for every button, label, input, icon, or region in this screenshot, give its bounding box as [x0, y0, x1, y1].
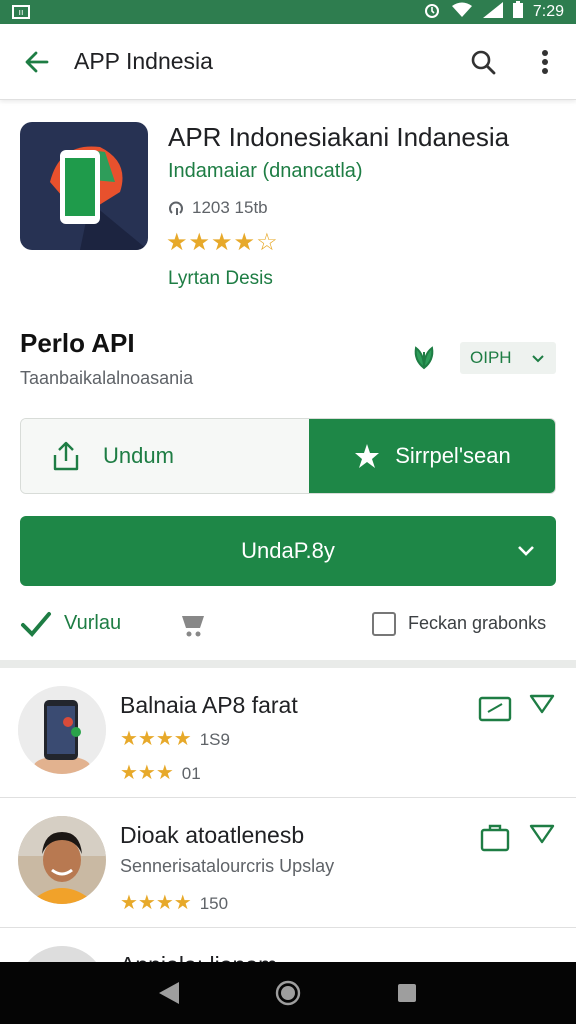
- app-downloads: 1203 15tb: [168, 198, 268, 218]
- list-item-rating-secondary: ★★★ 01: [120, 760, 201, 785]
- download-arrow-icon[interactable]: [528, 820, 556, 848]
- list-item-title: Balnaia AP8 farat: [120, 692, 298, 718]
- nav-back-button[interactable]: [153, 977, 185, 1009]
- list-item-title: Dioak atoatlenesb: [120, 822, 305, 848]
- app-name: APR Indonesiakani Indanesia: [168, 122, 510, 152]
- cart-icon[interactable]: [180, 612, 208, 638]
- feature-label-vurlau[interactable]: Vurlau: [64, 612, 121, 635]
- rating-count: 1S9: [199, 730, 230, 749]
- back-button[interactable]: [0, 24, 74, 100]
- downloads-text: 1203 15tb: [192, 198, 268, 217]
- simpelsean-label: Sirrpel'sean: [395, 443, 511, 468]
- list-item[interactable]: Dioak atoatlenesb Sennerisatalourcris Up…: [0, 798, 576, 928]
- undum-label: Undum: [103, 443, 174, 468]
- page-title: APP Indnesia: [74, 48, 213, 74]
- feature-row: Vurlau Feckan grabonks: [0, 600, 576, 648]
- app-icon: [20, 122, 148, 250]
- feature-label-feckan[interactable]: Feckan grabonks: [408, 613, 546, 634]
- section-subtitle: Taanbaikalalnoasania: [20, 368, 194, 388]
- leaf-icon: [408, 340, 440, 372]
- nav-recents-button[interactable]: [391, 977, 423, 1009]
- more-options-button[interactable]: [514, 24, 576, 100]
- app-link[interactable]: Lyrtan Desis: [168, 268, 273, 290]
- section-title: Perlo API: [20, 328, 135, 358]
- download-count-icon: [169, 201, 183, 215]
- simpelsean-button[interactable]: Sirrpel'sean: [309, 419, 555, 493]
- main-install-label: UndaP.8y: [241, 538, 335, 563]
- nav-home-button[interactable]: [272, 977, 304, 1009]
- list-item-rating: ★★★★ 1S9: [120, 726, 230, 751]
- search-icon: [471, 50, 496, 74]
- chevron-down-icon: [532, 355, 544, 363]
- app-rating-stars: ★★★★☆: [166, 229, 279, 256]
- wifi-icon: [451, 2, 473, 23]
- main-install-button[interactable]: UndaP.8y: [20, 516, 556, 586]
- chevron-down-icon: [518, 546, 534, 556]
- feature-checkbox[interactable]: [372, 612, 396, 636]
- app-developer[interactable]: Indamaiar (dnancatla): [168, 160, 363, 183]
- rating-stars: ★★★★: [120, 892, 192, 914]
- install-icon[interactable]: [478, 824, 512, 852]
- version-select-value: OIPH: [470, 348, 512, 367]
- upload-icon: [53, 441, 79, 471]
- system-nav-bar: [0, 962, 576, 1024]
- star-download-icon: [355, 444, 380, 468]
- app-bar: APP Indnesia: [0, 24, 576, 100]
- phone-avatar: [18, 686, 106, 774]
- triangle-back-icon: [159, 982, 180, 1004]
- install-icon[interactable]: [478, 694, 512, 722]
- checkmark-icon: [20, 610, 52, 645]
- status-icons: 7:29: [423, 1, 564, 24]
- version-select[interactable]: OIPH: [460, 342, 556, 374]
- battery-icon: [512, 1, 523, 23]
- square-recents-icon: [397, 984, 416, 1002]
- rating-count: 150: [199, 894, 229, 913]
- search-button[interactable]: [452, 24, 514, 100]
- list-item[interactable]: Balnaia AP8 farat ★★★★ 1S9 ★★★ 01: [0, 668, 576, 798]
- rating-stars: ★★★★: [120, 728, 192, 750]
- arrow-left-icon: [25, 51, 49, 72]
- list-item-subtitle: Sennerisatalourcris Upslay: [120, 856, 335, 876]
- clock-time: 7:29: [532, 3, 564, 20]
- app-header: APR Indonesiakani Indanesia Indamaiar (d…: [0, 116, 576, 306]
- rating-stars: ★★★: [120, 762, 174, 784]
- signal-icon: [482, 1, 503, 23]
- download-arrow-icon[interactable]: [528, 690, 556, 718]
- undum-button[interactable]: Undum: [21, 419, 309, 493]
- person-avatar: [18, 816, 106, 904]
- split-button: Undum Sirrpel'sean: [20, 418, 556, 494]
- list-item-rating: ★★★★ 150: [120, 890, 228, 915]
- rating-count: 01: [181, 764, 201, 783]
- alarm-icon: [423, 1, 441, 24]
- section-divider: [0, 660, 576, 668]
- notification-icon: ıı: [12, 5, 30, 19]
- circle-home-icon: [275, 980, 301, 1006]
- more-vert-icon: [542, 49, 548, 74]
- status-bar: ıı 7:29: [0, 0, 576, 24]
